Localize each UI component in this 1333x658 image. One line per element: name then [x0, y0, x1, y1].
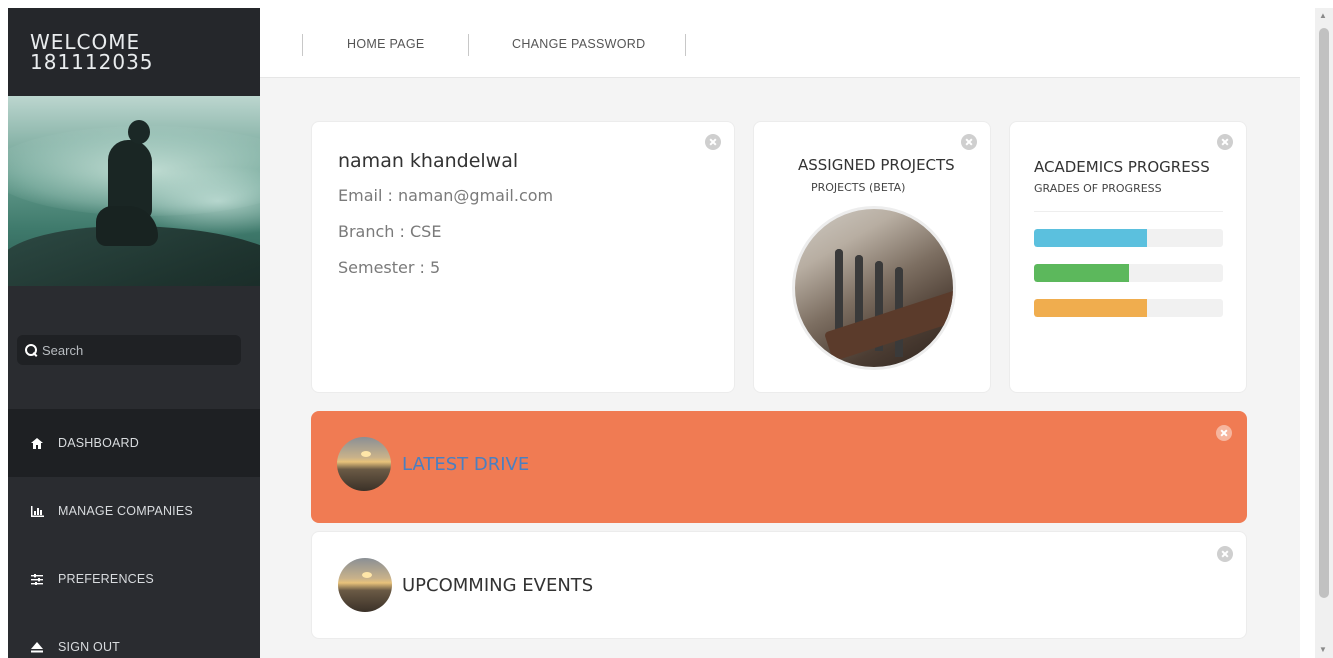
user-id: 181112035 [30, 50, 154, 74]
progress-bar [1034, 299, 1223, 317]
close-icon[interactable] [1217, 134, 1233, 150]
projects-subtitle: PROJECTS (BETA) [811, 181, 906, 194]
academics-title: ACADEMICS PROGRESS [1034, 158, 1210, 176]
student-semester: Semester : 5 [338, 258, 441, 277]
search-input[interactable] [42, 342, 232, 358]
bar-chart-icon [30, 504, 44, 518]
profile-card: naman khandelwal Email : naman@gmail.com… [311, 121, 735, 393]
top-navigation: HOME PAGE CHANGE PASSWORD [260, 8, 1300, 78]
drive-thumbnail [337, 437, 391, 491]
upcoming-events-banner[interactable]: UPCOMMING EVENTS [311, 531, 1247, 639]
eject-icon [30, 640, 44, 654]
welcome-label: WELCOME [30, 30, 141, 54]
upcoming-events-title: UPCOMMING EVENTS [402, 575, 594, 596]
sidebar-item-label: MANAGE COMPANIES [58, 504, 193, 518]
latest-drive-banner[interactable]: LATEST DRIVE [311, 411, 1247, 523]
events-thumbnail [338, 558, 392, 612]
close-icon[interactable] [1217, 546, 1233, 562]
progress-bar-fill [1034, 299, 1148, 317]
sidebar: WELCOME 181112035 DASHBOARD MANAGE COMPA… [8, 8, 260, 658]
progress-bar [1034, 229, 1223, 247]
change-password-link[interactable]: CHANGE PASSWORD [512, 37, 645, 51]
sidebar-item-manage-companies[interactable]: MANAGE COMPANIES [8, 477, 260, 545]
divider [1034, 211, 1223, 212]
close-icon[interactable] [961, 134, 977, 150]
academics-progress-card: ACADEMICS PROGRESS GRADES OF PROGRESS [1009, 121, 1247, 393]
project-image [792, 206, 956, 370]
latest-drive-title: LATEST DRIVE [402, 454, 530, 475]
student-email: Email : naman@gmail.com [338, 186, 554, 205]
student-name: naman khandelwal [338, 150, 519, 172]
academics-subtitle: GRADES OF PROGRESS [1034, 182, 1162, 195]
page-scrollbar[interactable]: ▲ ▼ [1315, 8, 1333, 658]
progress-bar-fill [1034, 229, 1148, 247]
student-branch: Branch : CSE [338, 222, 442, 241]
close-icon[interactable] [705, 134, 721, 150]
home-icon [30, 436, 44, 450]
progress-bar-fill [1034, 264, 1129, 282]
nav-divider [302, 34, 303, 56]
sidebar-item-label: DASHBOARD [58, 436, 139, 450]
home-page-link[interactable]: HOME PAGE [347, 37, 424, 51]
search-box[interactable] [17, 335, 241, 365]
close-icon[interactable] [1216, 425, 1232, 441]
profile-hero-image [8, 96, 260, 286]
nav-divider [685, 34, 686, 56]
scroll-down-icon[interactable]: ▼ [1319, 646, 1327, 654]
welcome-header: WELCOME 181112035 [8, 8, 260, 96]
scrollbar-thumb[interactable] [1319, 28, 1329, 598]
sidebar-item-dashboard[interactable]: DASHBOARD [8, 409, 260, 477]
sliders-icon [30, 572, 44, 586]
sidebar-item-label: SIGN OUT [58, 640, 121, 654]
sidebar-item-sign-out[interactable]: SIGN OUT [8, 613, 260, 658]
scroll-up-icon[interactable]: ▲ [1319, 12, 1327, 20]
progress-bar [1034, 264, 1223, 282]
search-icon [25, 343, 38, 357]
sidebar-item-preferences[interactable]: PREFERENCES [8, 545, 260, 613]
assigned-projects-card: ASSIGNED PROJECTS PROJECTS (BETA) [753, 121, 991, 393]
projects-title: ASSIGNED PROJECTS [798, 156, 955, 174]
sidebar-item-label: PREFERENCES [58, 572, 154, 586]
nav-divider [468, 34, 469, 56]
